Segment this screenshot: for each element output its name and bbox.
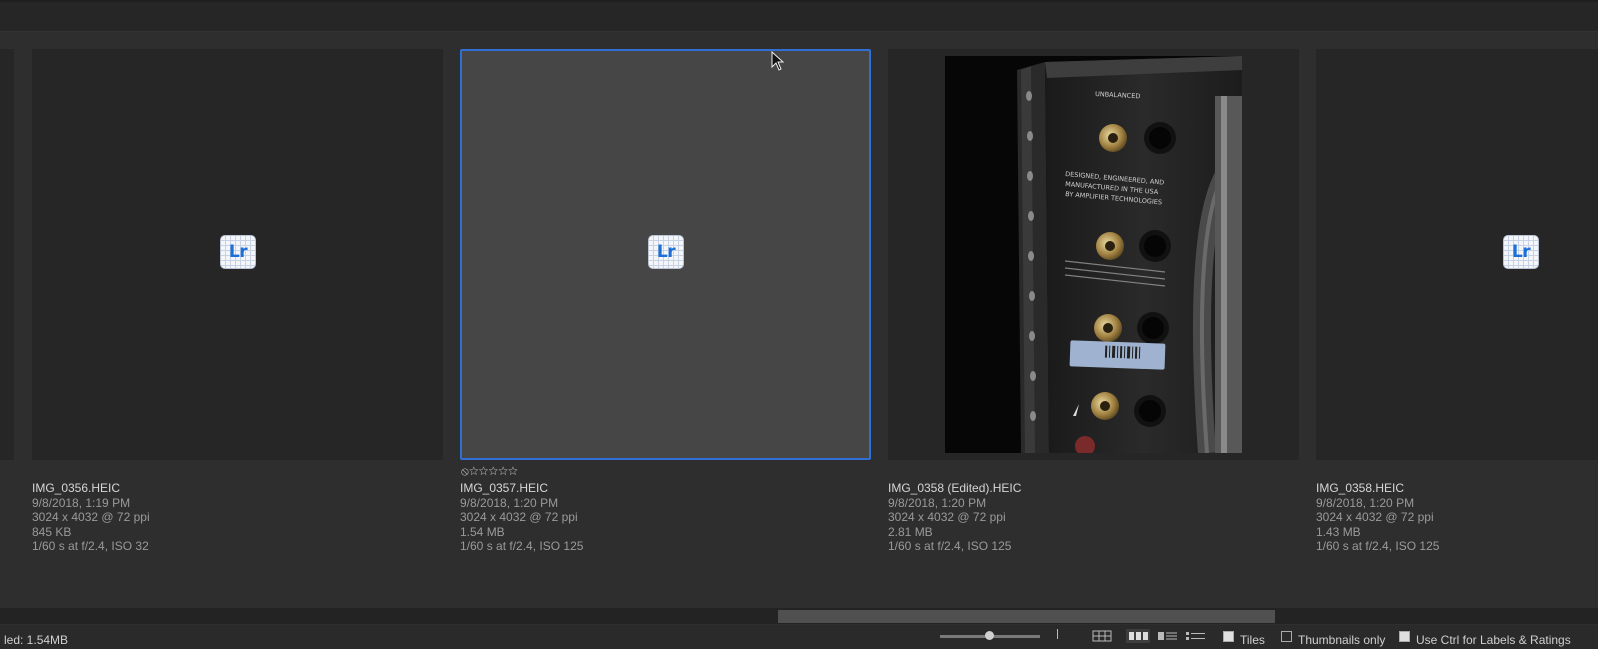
thumbnail-datetime: 9/8/2018, 1:20 PM [460,495,559,510]
thumbnail-previous-partial[interactable] [0,49,14,460]
thumbnail-img-0358[interactable]: Lr [1316,49,1598,460]
thumbnail-dimensions: 3024 x 4032 @ 72 ppi [32,510,150,524]
horizontal-scrollbar-thumb[interactable] [778,610,1275,623]
thumbnail-exposure: 1/60 s at f/2.4, ISO 32 [32,539,149,553]
browser-window: Lr IMG_0356.HEIC 9/8/2018, 1:19 PM 3024 … [0,0,1598,649]
thumbnail-filesize: 1.54 MB [460,524,505,539]
use-ctrl-labels-label: Use Ctrl for Labels & Ratings [1416,633,1571,647]
lightroom-placeholder-icon: Lr [648,235,684,269]
thumbnail-datetime: 9/8/2018, 1:19 PM [32,495,131,510]
tiles-label: Tiles [1240,633,1265,647]
list-view-icon[interactable] [1183,629,1207,643]
lightroom-placeholder-icon: Lr [220,235,256,269]
thumbnail-filename: IMG_0358.HEIC [1316,481,1405,495]
grid-view-icon[interactable] [1090,629,1114,643]
top-toolbar [0,0,1598,32]
thumbnail-metadata: IMG_0358 (Edited).HEIC 9/8/2018, 1:20 PM… [888,481,1021,554]
thumbnail-exposure: 1/60 s at f/2.4, ISO 125 [888,539,1012,553]
lightroom-placeholder-icon: Lr [1503,235,1539,269]
thumbnails-only-label: Thumbnails only [1298,633,1386,647]
thumbnail-filename: IMG_0358 (Edited).HEIC [888,481,1022,495]
use-ctrl-labels-checkbox[interactable] [1399,631,1410,642]
thumbnail-datetime: 9/8/2018, 1:20 PM [888,495,987,510]
thumbnail-metadata: IMG_0356.HEIC 9/8/2018, 1:19 PM 3024 x 4… [32,481,150,554]
thumbnail-exposure: 1/60 s at f/2.4, ISO 125 [460,539,584,553]
thumbnail-size-slider-knob[interactable] [985,631,994,640]
thumbnail-filename: IMG_0356.HEIC [32,481,121,495]
mouse-cursor-icon [771,51,785,71]
amplifier-photo-image: UNBALANCED DESIGNED, ENGINEERED, AND MAN… [945,56,1242,453]
toolbar-divider [0,31,1598,32]
tiles-checkbox[interactable] [1223,631,1234,642]
thumbnail-filesize: 845 KB [32,524,72,539]
thumbnail-img-0357[interactable]: Lr [460,49,871,460]
thumbnail-exposure: 1/60 s at f/2.4, ISO 125 [1316,539,1440,553]
slider-max-tick [1057,629,1058,639]
thumbnail-dimensions: 3024 x 4032 @ 72 ppi [460,510,578,524]
thumbnail-filesize: 2.81 MB [888,524,933,539]
thumbnail-dimensions: 3024 x 4032 @ 72 ppi [888,510,1006,524]
thumbnails-only-checkbox[interactable] [1281,631,1292,642]
thumbnail-filename: IMG_0357.HEIC [460,481,549,495]
details-view-icon[interactable] [1155,629,1179,643]
amplifier-photo: UNBALANCED DESIGNED, ENGINEERED, AND MAN… [945,56,1242,453]
thumbnail-img-0356[interactable]: Lr [32,49,443,460]
thumbnail-datetime: 9/8/2018, 1:20 PM [1316,495,1415,510]
thumbnail-dimensions: 3024 x 4032 @ 72 ppi [1316,510,1434,524]
status-bar: led: 1.54MB Tiles Thumbnails only Use Ct… [0,625,1598,649]
thumbnail-metadata: IMG_0357.HEIC 9/8/2018, 1:20 PM 3024 x 4… [460,481,583,554]
thumbnail-view-icon[interactable] [1126,629,1150,643]
star-rating[interactable]: ⦸☆☆☆☆☆ [461,464,518,479]
selection-status-text: led: 1.54MB [4,633,69,647]
thumbnail-filesize: 1.43 MB [1316,524,1361,539]
thumbnail-metadata: IMG_0358.HEIC 9/8/2018, 1:20 PM 3024 x 4… [1316,481,1439,554]
